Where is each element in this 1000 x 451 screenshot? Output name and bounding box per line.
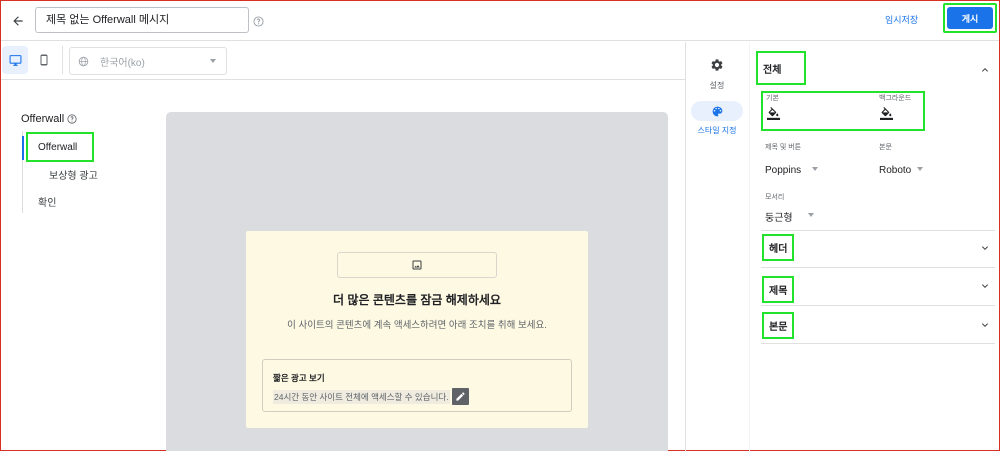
nav-heading: Offerwall	[21, 113, 77, 125]
section-body[interactable]: 본문	[762, 312, 794, 339]
fill-color-icon[interactable]	[767, 107, 780, 120]
phone-icon	[40, 54, 48, 66]
offerwall-description: 이 사이트의 콘텐츠에 계속 액세스하려면 아래 조치를 취해 보세요.	[287, 320, 547, 331]
publish-button[interactable]: 게시	[947, 7, 993, 29]
option-description-text: 24시간 동안 사이트 전체에 액세스할 수 있습니다.	[273, 389, 450, 404]
help-icon[interactable]	[253, 14, 264, 32]
title-button-font-label: 제목 및 버튼	[765, 144, 802, 151]
toolbar-divider	[62, 46, 63, 74]
option-description: 24시간 동안 사이트 전체에 액세스할 수 있습니다.	[273, 388, 469, 405]
body-font-label: 본문	[879, 144, 892, 151]
rail-divider	[685, 42, 686, 451]
desktop-icon	[9, 54, 21, 66]
globe-icon	[78, 56, 89, 66]
chevron-down-icon[interactable]	[979, 319, 991, 331]
chevron-down-icon	[808, 213, 814, 217]
panel-divider	[749, 42, 750, 451]
corner-label: 모서리	[765, 194, 785, 201]
nav-item-rewarded-ad[interactable]: 보상형 광고	[49, 167, 98, 182]
back-button[interactable]	[7, 10, 29, 32]
save-draft-button[interactable]: 임시저장	[885, 13, 918, 26]
gear-icon	[711, 59, 723, 71]
default-color-label: 기본	[766, 95, 779, 102]
section-header[interactable]: 헤더	[762, 234, 794, 261]
nav-heading-label: Offerwall	[21, 113, 65, 125]
rail-settings-tab[interactable]: 설정	[697, 58, 737, 91]
section-divider	[761, 343, 995, 344]
chevron-up-icon[interactable]	[979, 64, 991, 76]
chevron-down-icon	[210, 59, 216, 63]
chevron-down-icon	[812, 167, 818, 171]
body-font-select[interactable]: Roboto	[879, 165, 911, 176]
background-color-label: 백그라운드	[879, 95, 912, 102]
section-overall-header[interactable]: 전체	[756, 51, 806, 85]
image-icon	[412, 260, 422, 270]
top-bar: 제목 없는 Offerwall 메시지 임시저장 게시	[1, 1, 999, 41]
palette-icon	[712, 106, 722, 116]
rail-settings-label: 설정	[709, 81, 725, 90]
logo-placeholder[interactable]	[337, 252, 497, 278]
desktop-view-button[interactable]	[2, 46, 28, 74]
message-title-input[interactable]: 제목 없는 Offerwall 메시지	[35, 7, 249, 33]
corner-select[interactable]: 둥근형	[765, 209, 793, 224]
language-select[interactable]: 한국어(ko)	[69, 47, 227, 75]
nav-item-confirm[interactable]: 확인	[38, 194, 56, 209]
language-value: 한국어(ko)	[100, 57, 145, 69]
title-button-font-select[interactable]: Poppins	[765, 165, 801, 176]
offerwall-card: 더 많은 콘텐츠를 잠금 해제하세요 이 사이트의 콘텐츠에 계속 액세스하려면…	[246, 231, 588, 428]
preview-toolbar: 한국어(ko)	[1, 42, 685, 80]
rail-style-label: 스타일 지정	[697, 126, 737, 135]
chevron-down-icon	[917, 167, 923, 171]
option-title: 짧은 광고 보기	[273, 373, 325, 383]
arrow-back-icon	[13, 16, 23, 26]
section-divider	[761, 305, 995, 306]
fill-color-icon[interactable]	[880, 107, 893, 120]
rewarded-ad-option[interactable]: 짧은 광고 보기 24시간 동안 사이트 전체에 액세스할 수 있습니다.	[262, 359, 572, 412]
help-icon[interactable]	[67, 114, 77, 124]
section-title[interactable]: 제목	[762, 276, 794, 303]
rail-style-pill	[691, 101, 743, 121]
rail-style-tab[interactable]: 스타일 지정	[690, 101, 744, 136]
edit-icon[interactable]	[451, 388, 469, 405]
section-divider	[761, 230, 995, 231]
nav-active-indicator	[22, 136, 24, 160]
mobile-view-button[interactable]	[33, 46, 55, 74]
chevron-down-icon[interactable]	[979, 280, 991, 292]
section-divider	[761, 267, 995, 268]
chevron-down-icon[interactable]	[979, 242, 991, 254]
offerwall-title: 더 많은 콘텐츠를 잠금 해제하세요	[333, 293, 501, 307]
nav-item-offerwall[interactable]: Offerwall	[26, 132, 94, 162]
publish-button-highlight: 게시	[943, 3, 997, 33]
